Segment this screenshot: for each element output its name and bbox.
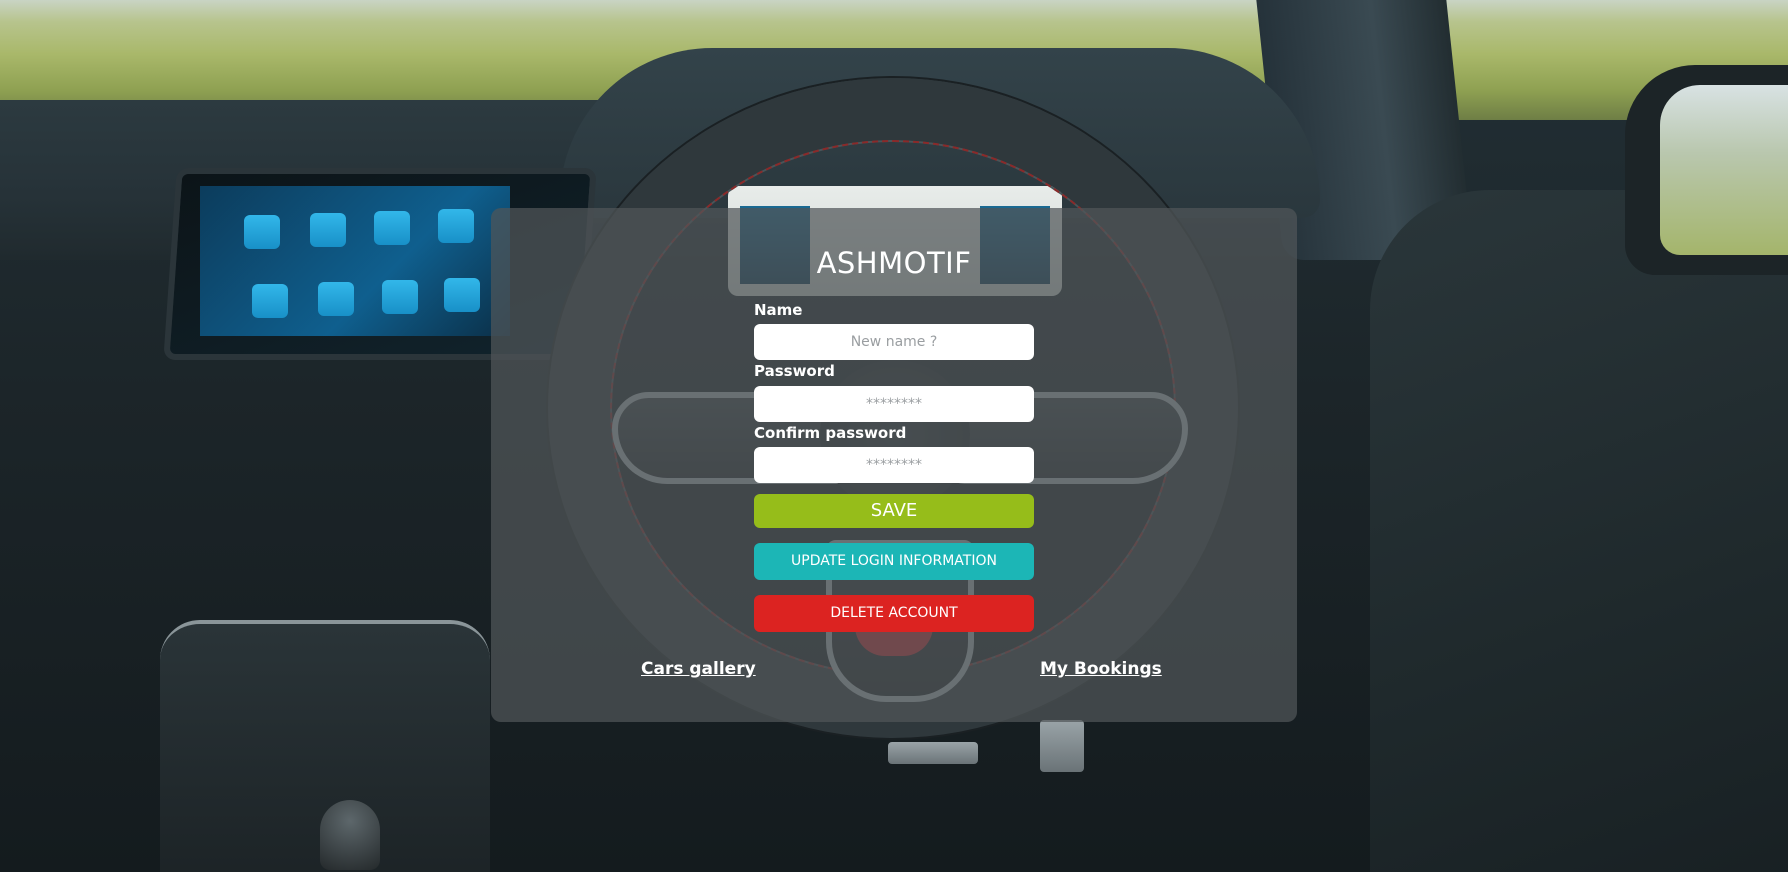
gear-selector-icon — [320, 800, 380, 870]
vehicle-tile-icon — [438, 209, 474, 243]
users-tile-icon — [318, 282, 354, 316]
update-login-information-button[interactable]: UPDATE LOGIN INFORMATION — [754, 543, 1034, 580]
app-connect-tile-icon — [252, 284, 288, 318]
door-panel — [1370, 190, 1788, 872]
password-input[interactable] — [754, 386, 1034, 422]
background-tile-icon — [444, 278, 480, 312]
sound-tile-icon — [382, 280, 418, 314]
confirm-password-input[interactable] — [754, 447, 1034, 483]
brand-title: ASHMOTIF — [816, 246, 972, 280]
password-label: Password — [754, 362, 835, 380]
radio-media-tile-icon — [244, 215, 280, 249]
accelerator-pedal — [1040, 720, 1084, 772]
cars-gallery-link[interactable]: Cars gallery — [641, 658, 756, 680]
name-input[interactable] — [754, 324, 1034, 360]
delete-account-button[interactable]: DELETE ACCOUNT — [754, 595, 1034, 632]
telephone-tile-icon — [310, 213, 346, 247]
name-label: Name — [754, 301, 803, 319]
brake-pedal — [888, 742, 978, 764]
confirm-password-label: Confirm password — [754, 424, 907, 442]
my-bookings-link[interactable]: My Bookings — [1040, 658, 1162, 680]
navigation-tile-icon — [374, 211, 410, 245]
save-button[interactable]: SAVE — [754, 494, 1034, 528]
side-mirror-glass — [1660, 85, 1788, 255]
